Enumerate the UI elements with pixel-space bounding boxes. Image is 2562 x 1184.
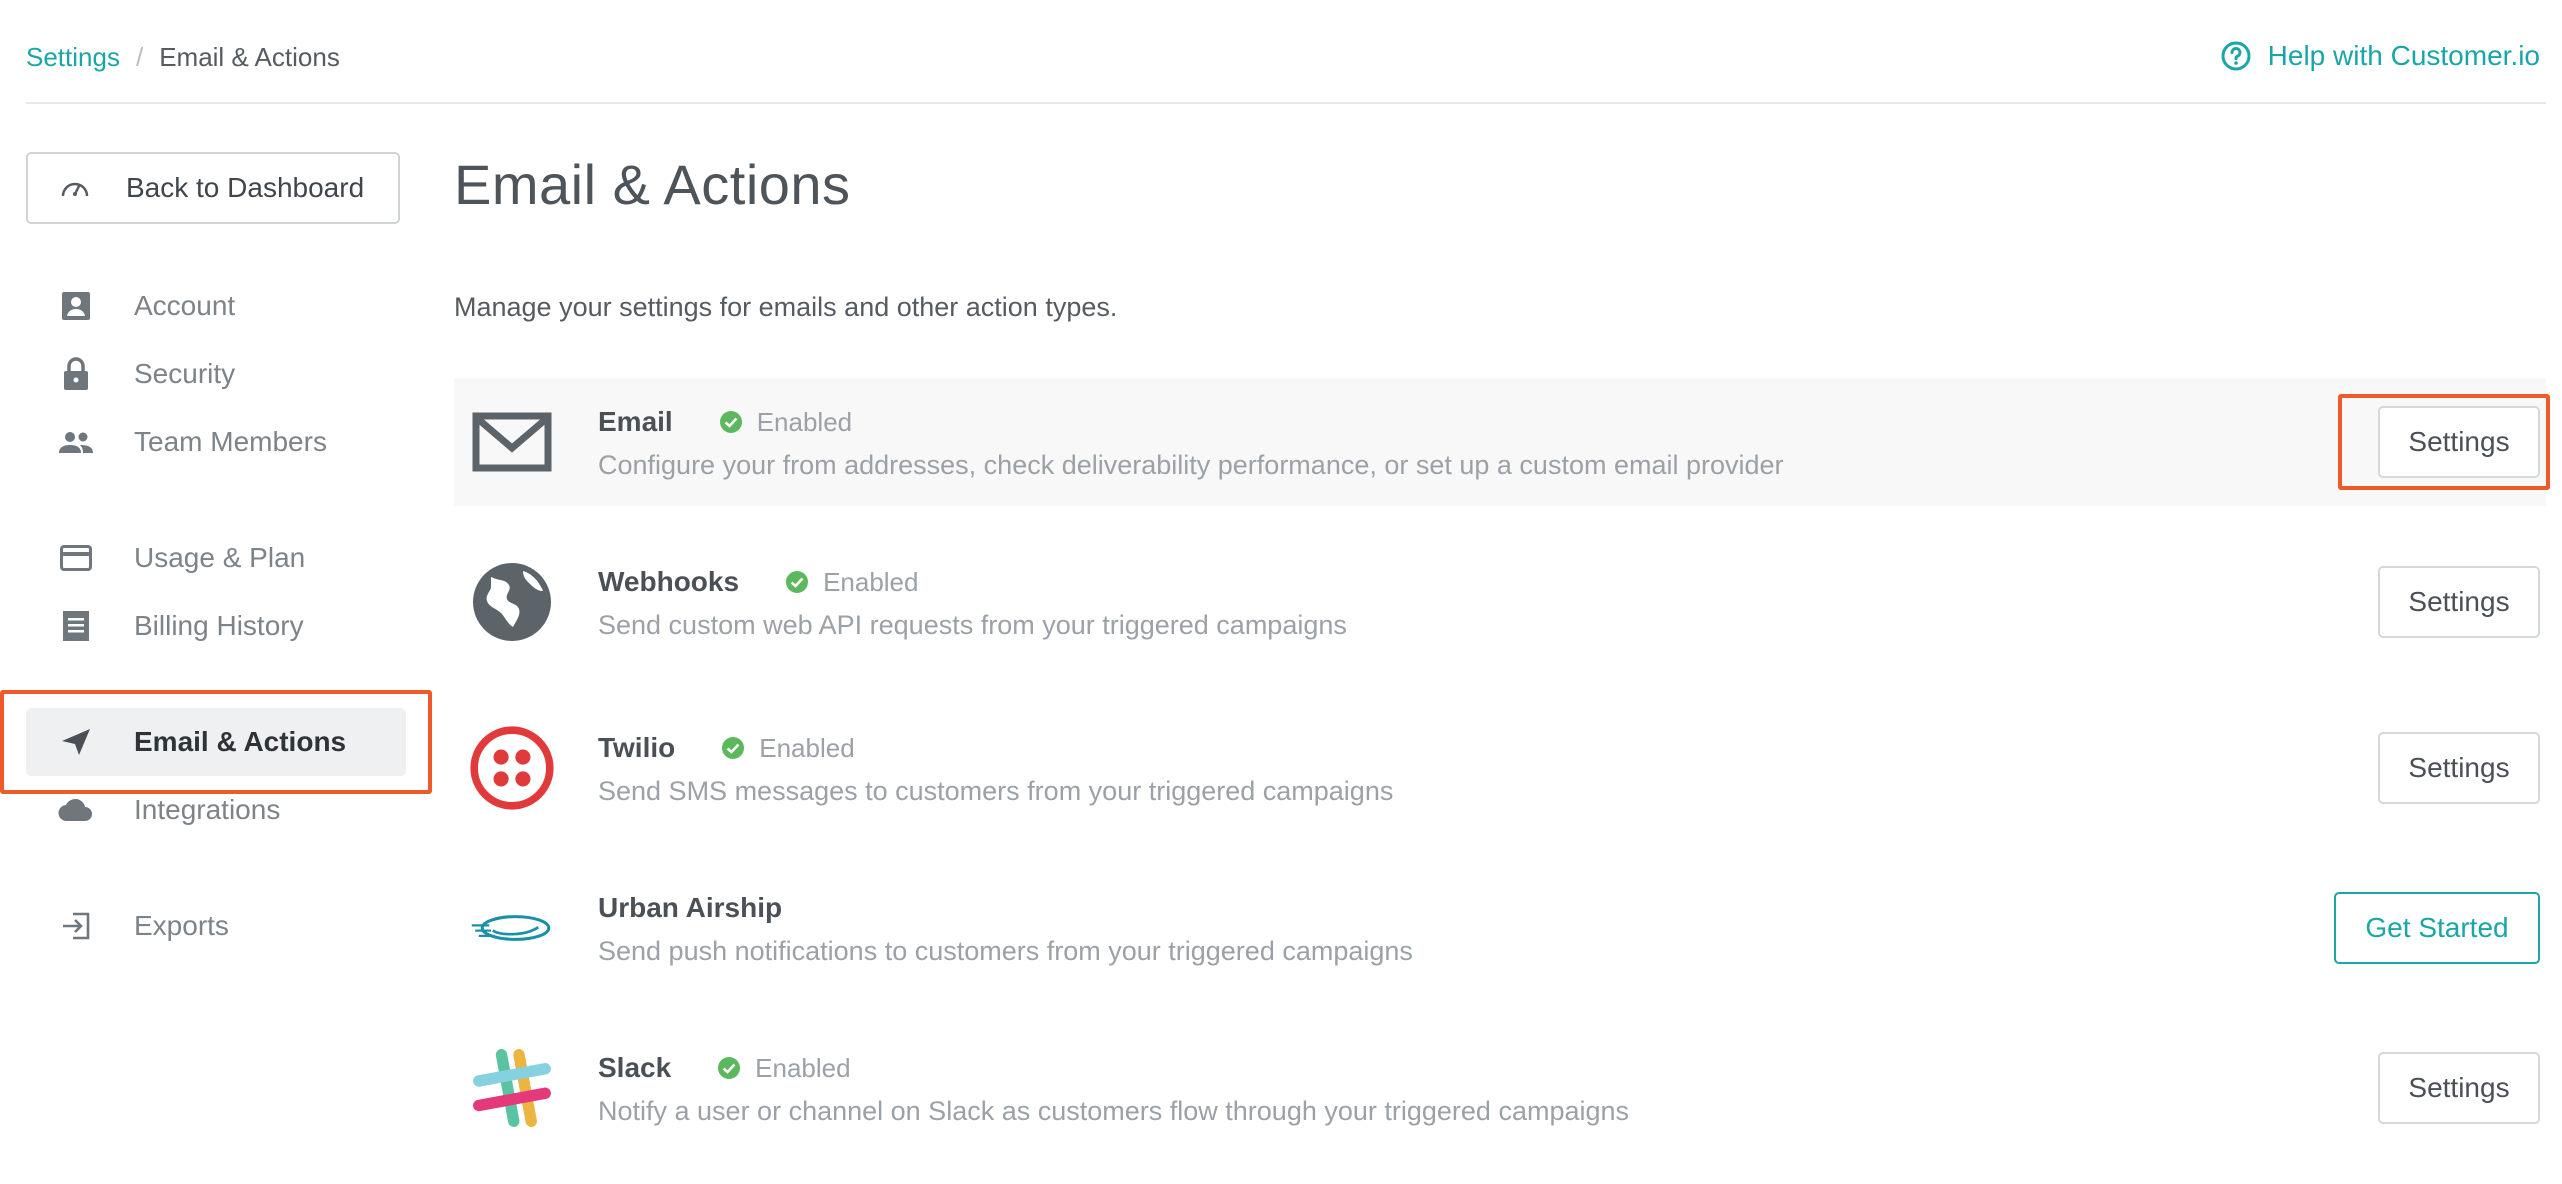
lock-icon	[58, 356, 94, 392]
back-to-dashboard-label: Back to Dashboard	[126, 172, 365, 203]
sidebar-item-label: Team Members	[134, 426, 327, 457]
breadcrumb-settings-link[interactable]: Settings	[26, 42, 120, 73]
status-label: Enabled	[755, 1052, 851, 1083]
sidebar-item-label: Security	[134, 358, 236, 389]
status-label: Enabled	[823, 566, 919, 597]
top-bar: Settings / Email & Actions Help with Cus…	[26, 0, 2546, 104]
people-icon	[58, 424, 94, 460]
sidebar-item-label: Exports	[134, 910, 229, 941]
question-circle-icon	[2221, 41, 2251, 71]
action-description: Send push notifications to customers fro…	[598, 936, 1413, 966]
sidebar-item-label: Account	[134, 290, 236, 321]
email-settings-button[interactable]: Settings	[2378, 406, 2540, 478]
envelope-icon	[470, 400, 554, 484]
status-label: Enabled	[756, 406, 853, 437]
status-badge: Enabled	[717, 1052, 851, 1084]
credit-card-icon	[58, 540, 94, 576]
status-badge: Enabled	[785, 567, 918, 598]
action-name: Slack	[598, 1052, 672, 1083]
sidebar-item-team-members[interactable]: Team Members	[26, 408, 406, 476]
action-row-urban-airship: Urban Airship Send push notifications to…	[454, 864, 2546, 992]
receipt-icon	[58, 608, 94, 644]
globe-icon	[470, 560, 554, 644]
page-subtitle: Manage your settings for emails and othe…	[454, 292, 1118, 322]
sidebar-item-label: Email & Actions	[134, 726, 347, 757]
paper-plane-icon	[58, 724, 94, 760]
action-description: Send custom web API requests from your t…	[598, 610, 1347, 640]
sidebar-item-label: Usage & Plan	[134, 542, 306, 573]
help-label: Help with Customer.io	[2267, 40, 2540, 71]
sidebar-item-label: Integrations	[134, 794, 281, 825]
action-row-email: Email Enabled Configure your from addres…	[454, 378, 2546, 506]
twilio-settings-button[interactable]: Settings	[2378, 732, 2540, 804]
status-badge: Enabled	[719, 407, 852, 438]
help-link[interactable]: Help with Customer.io	[2220, 40, 2540, 72]
sidebar-item-exports[interactable]: Exports	[26, 892, 406, 960]
status-label: Enabled	[759, 732, 855, 763]
sidebar-item-billing-history[interactable]: Billing History	[26, 592, 406, 660]
webhooks-settings-button[interactable]: Settings	[2378, 566, 2540, 638]
breadcrumb-current: Email & Actions	[159, 42, 340, 72]
sidebar-item-integrations[interactable]: Integrations	[26, 776, 406, 844]
check-circle-icon	[718, 1057, 741, 1079]
action-name: Urban Airship	[598, 892, 783, 923]
action-name: Twilio	[598, 732, 676, 763]
slack-settings-button[interactable]: Settings	[2378, 1052, 2540, 1124]
cloud-icon	[58, 792, 94, 828]
airship-logo-icon	[470, 886, 554, 970]
action-name: Email	[598, 406, 673, 437]
action-description: Configure your from addresses, check del…	[598, 450, 1784, 480]
status-badge: Enabled	[721, 732, 855, 764]
action-row-webhooks: Webhooks Enabled Send custom web API req…	[454, 538, 2546, 666]
export-icon	[58, 908, 94, 944]
breadcrumb-separator: /	[135, 42, 144, 72]
sidebar-item-label: Billing History	[134, 610, 304, 641]
page-title: Email & Actions	[454, 153, 851, 216]
check-circle-icon	[786, 571, 809, 593]
action-description: Send SMS messages to customers from your…	[598, 776, 1394, 806]
twilio-logo-icon	[470, 726, 554, 810]
sidebar-item-email-actions[interactable]: Email & Actions	[26, 708, 406, 776]
action-row-twilio: Twilio Enabled Send SMS messages to cust…	[454, 704, 2546, 832]
breadcrumb: Settings / Email & Actions	[26, 42, 340, 73]
back-to-dashboard-button[interactable]: Back to Dashboard	[26, 152, 400, 224]
check-circle-icon	[722, 737, 745, 759]
sidebar-item-security[interactable]: Security	[26, 340, 406, 408]
slack-logo-icon	[470, 1046, 554, 1130]
sidebar-item-usage-plan[interactable]: Usage & Plan	[26, 524, 406, 592]
action-description: Notify a user or channel on Slack as cus…	[598, 1096, 1630, 1126]
sidebar-item-account[interactable]: Account	[26, 272, 406, 340]
action-row-slack: Slack Enabled Notify a user or channel o…	[454, 1024, 2546, 1152]
urban-airship-get-started-button[interactable]: Get Started	[2334, 892, 2540, 964]
action-name: Webhooks	[598, 566, 740, 597]
account-icon	[58, 288, 94, 324]
dashboard-gauge-icon	[61, 182, 89, 197]
check-circle-icon	[719, 411, 742, 433]
